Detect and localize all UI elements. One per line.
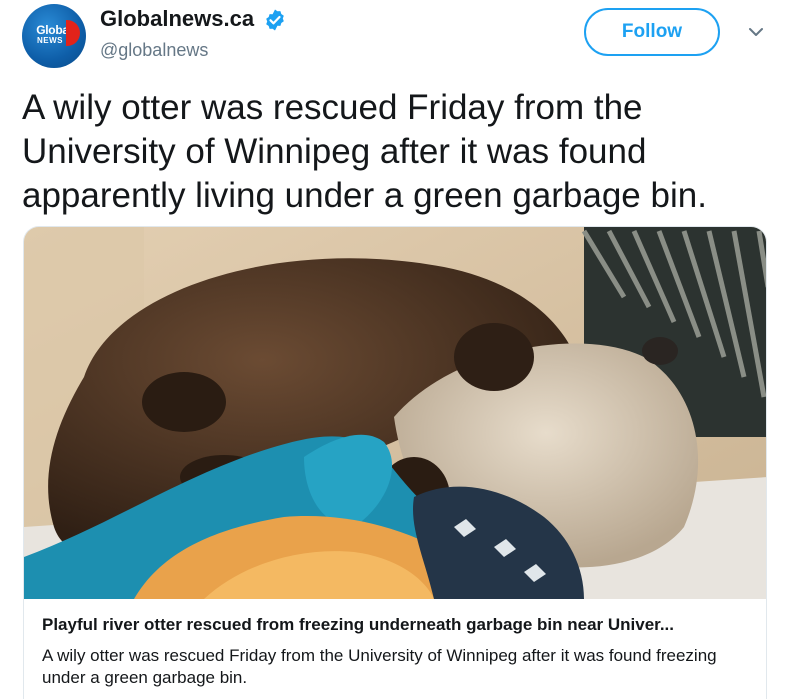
avatar[interactable]: Global NEWS: [22, 4, 86, 68]
handle[interactable]: @globalnews: [100, 40, 208, 61]
card-title[interactable]: Playful river otter rescued from freezin…: [42, 615, 754, 635]
display-name[interactable]: Globalnews.ca: [100, 6, 254, 32]
link-card[interactable]: Playful river otter rescued from freezin…: [23, 226, 767, 699]
chevron-down-icon[interactable]: [744, 20, 768, 44]
verified-badge-icon: [266, 9, 284, 31]
tweet-text: A wily otter was rescued Friday from the…: [22, 88, 707, 215]
card-description: A wily otter was rescued Friday from the…: [42, 646, 717, 687]
otter-photo-image[interactable]: [24, 227, 767, 599]
follow-button[interactable]: Follow: [584, 8, 720, 56]
